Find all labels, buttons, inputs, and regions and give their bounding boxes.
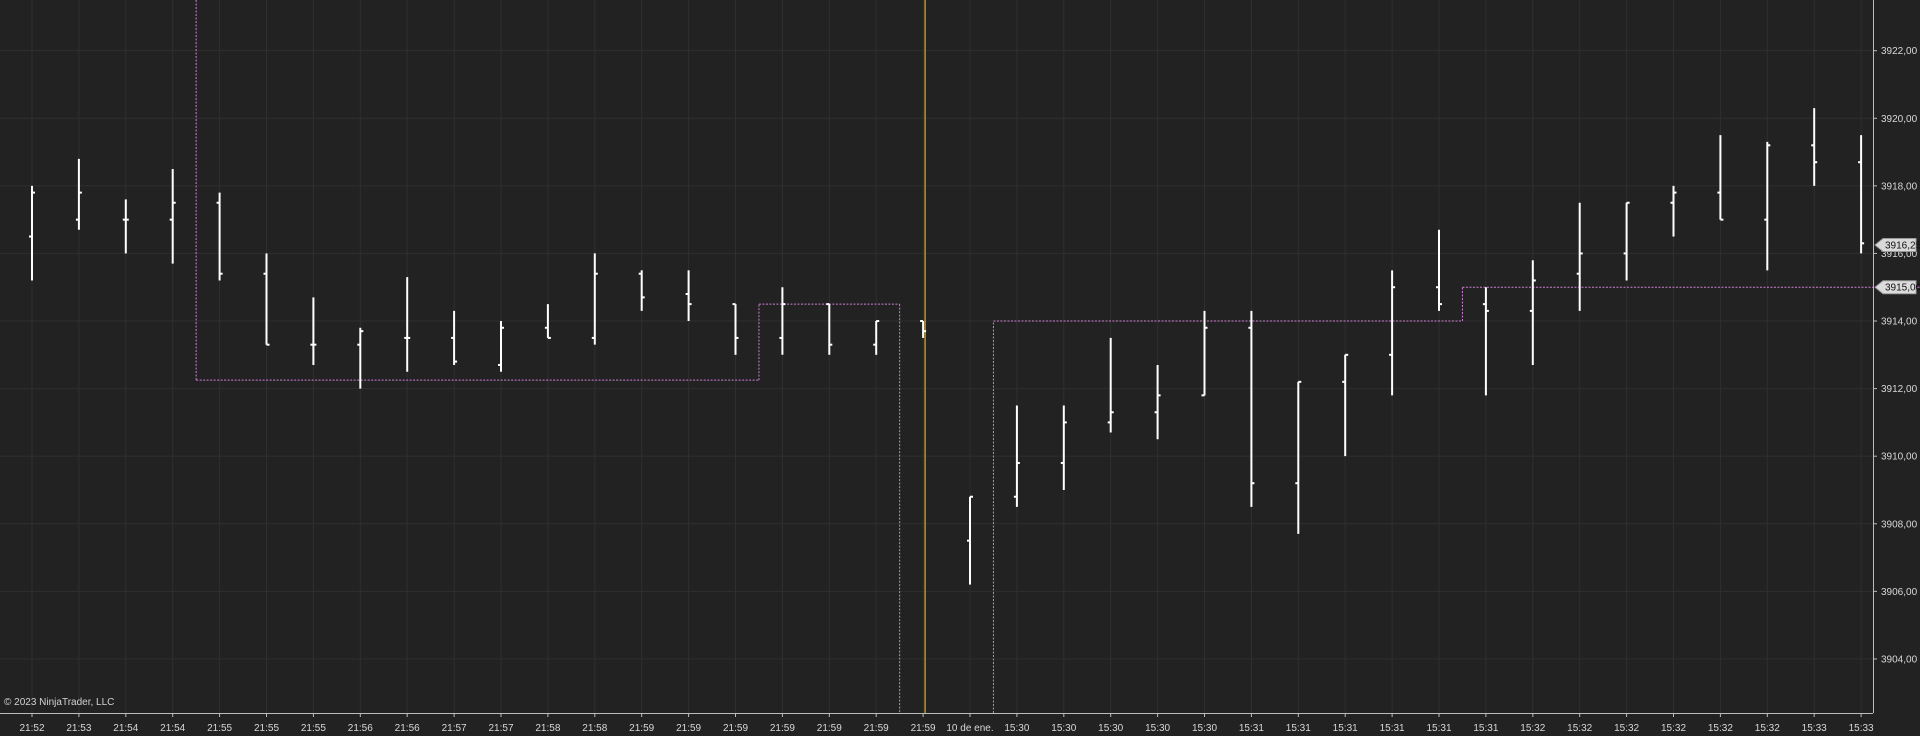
- x-tick-label: 21:54: [113, 723, 138, 734]
- y-tick-label: 3910,00: [1881, 452, 1918, 463]
- x-tick-label: 21:58: [582, 723, 607, 734]
- x-tick-label: 21:59: [676, 723, 701, 734]
- x-tick-label: 21:59: [723, 723, 748, 734]
- x-tick-label: 15:31: [1286, 723, 1311, 734]
- x-tick-label: 21:59: [770, 723, 795, 734]
- y-tick-label: 3906,00: [1881, 587, 1918, 598]
- y-tick-label: 3920,00: [1881, 114, 1918, 125]
- x-tick-label: 21:59: [911, 723, 936, 734]
- x-tick-label: 15:32: [1708, 723, 1733, 734]
- x-tick-label: 21:55: [207, 723, 232, 734]
- x-tick-label: 15:31: [1380, 723, 1405, 734]
- x-tick-label: 21:55: [254, 723, 279, 734]
- x-tick-label: 21:57: [488, 723, 513, 734]
- x-tick-label: 15:31: [1426, 723, 1451, 734]
- chart-background: [0, 0, 1920, 736]
- stop-level-marker: 3915,00: [1874, 280, 1920, 295]
- x-tick-label: 21:53: [66, 723, 91, 734]
- x-tick-label: 15:32: [1661, 723, 1686, 734]
- x-tick-label: 15:32: [1755, 723, 1780, 734]
- x-tick-label: 15:30: [1004, 723, 1029, 734]
- x-tick-label: 21:57: [442, 723, 467, 734]
- y-tick-label: 3914,00: [1881, 317, 1918, 328]
- y-tick-label: 3918,00: [1881, 181, 1918, 192]
- x-tick-label: 15:30: [1145, 723, 1170, 734]
- last-price-marker-label: 3916,25: [1885, 240, 1920, 251]
- x-tick-label: 21:58: [535, 723, 560, 734]
- x-tick-label: 15:33: [1802, 723, 1827, 734]
- y-tick-label: 3912,00: [1881, 384, 1918, 395]
- x-tick-label: 21:59: [864, 723, 889, 734]
- x-tick-label: 10 de ene.: [946, 723, 993, 734]
- x-tick-label: 21:59: [817, 723, 842, 734]
- x-tick-label: 15:32: [1520, 723, 1545, 734]
- x-tick-label: 15:31: [1473, 723, 1498, 734]
- x-tick-label: 15:30: [1098, 723, 1123, 734]
- x-tick-label: 21:54: [160, 723, 185, 734]
- x-tick-label: 15:30: [1051, 723, 1076, 734]
- x-tick-label: 21:55: [301, 723, 326, 734]
- price-chart[interactable]: 3904,00 3906,00 3908,00 3910,00 3912,00 3914,…: [0, 0, 1920, 736]
- x-tick-label: 15:30: [1192, 723, 1217, 734]
- x-tick-label: 15:31: [1239, 723, 1264, 734]
- x-tick-label: 15:32: [1567, 723, 1592, 734]
- last-price-marker: 3916,25: [1874, 237, 1920, 252]
- x-tick-label: 21:52: [19, 723, 44, 734]
- x-tick-label: 21:56: [395, 723, 420, 734]
- x-tick-label: 15:33: [1849, 723, 1874, 734]
- y-tick-label: 3908,00: [1881, 519, 1918, 530]
- stop-level-marker-label: 3915,00: [1885, 283, 1920, 294]
- y-tick-label: 3922,00: [1881, 46, 1918, 57]
- x-tick-label: 15:32: [1614, 723, 1639, 734]
- copyright-notice: © 2023 NinjaTrader, LLC: [4, 697, 115, 708]
- x-tick-label: 21:56: [348, 723, 373, 734]
- y-tick-label: 3904,00: [1881, 654, 1918, 665]
- x-tick-label: 15:31: [1333, 723, 1358, 734]
- x-tick-label: 21:59: [629, 723, 654, 734]
